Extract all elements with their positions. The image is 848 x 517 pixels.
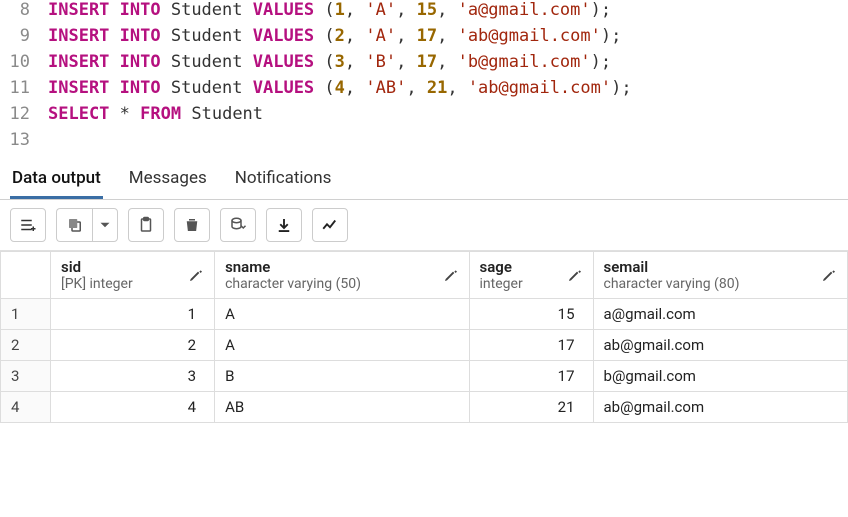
cell[interactable]: 21: [469, 392, 593, 423]
code-content[interactable]: INSERT INTO Student VALUES (4, 'AB', 21,…: [48, 78, 848, 98]
col-type: character varying (80): [604, 276, 740, 292]
result-table: sid[PK] integersnamecharacter varying (5…: [0, 251, 848, 423]
col-type: [PK] integer: [61, 276, 133, 292]
line-number: 12: [0, 104, 48, 124]
cell[interactable]: 17: [469, 330, 593, 361]
row-number: 1: [1, 299, 51, 330]
code-content[interactable]: INSERT INTO Student VALUES (3, 'B', 17, …: [48, 52, 848, 72]
cell[interactable]: 4: [51, 392, 215, 423]
line-number: 10: [0, 52, 48, 72]
code-line[interactable]: 10INSERT INTO Student VALUES (3, 'B', 17…: [0, 52, 848, 78]
download-button[interactable]: [266, 208, 302, 242]
row-number: 4: [1, 392, 51, 423]
copy-button[interactable]: [56, 208, 92, 242]
rownum-header: [1, 252, 51, 299]
column-header-sid[interactable]: sid[PK] integer: [51, 252, 215, 299]
delete-button[interactable]: [174, 208, 210, 242]
cell[interactable]: ab@gmail.com: [593, 330, 847, 361]
column-header-sage[interactable]: sageinteger: [469, 252, 593, 299]
code-content[interactable]: INSERT INTO Student VALUES (2, 'A', 17, …: [48, 26, 848, 46]
cell[interactable]: 3: [51, 361, 215, 392]
result-table-body: 11A15a@gmail.com22A17ab@gmail.com33B17b@…: [1, 299, 848, 423]
line-number: 8: [0, 0, 48, 20]
cell[interactable]: 2: [51, 330, 215, 361]
cell[interactable]: ab@gmail.com: [593, 392, 847, 423]
paste-button[interactable]: [128, 208, 164, 242]
code-line[interactable]: 8INSERT INTO Student VALUES (1, 'A', 15,…: [0, 0, 848, 26]
table-row[interactable]: 22A17ab@gmail.com: [1, 330, 848, 361]
line-number: 13: [0, 130, 48, 150]
col-name: sid: [61, 258, 133, 276]
result-toolbar: [0, 200, 848, 251]
cell[interactable]: 17: [469, 361, 593, 392]
tab-data-output[interactable]: Data output: [10, 164, 103, 199]
col-name: sage: [480, 258, 523, 276]
save-data-button[interactable]: [220, 208, 256, 242]
add-row-button[interactable]: [10, 208, 46, 242]
cell[interactable]: A: [215, 299, 469, 330]
line-number: 11: [0, 78, 48, 98]
table-row[interactable]: 33B17b@gmail.com: [1, 361, 848, 392]
row-number: 2: [1, 330, 51, 361]
code-line[interactable]: 13: [0, 130, 848, 156]
row-number: 3: [1, 361, 51, 392]
code-line[interactable]: 11INSERT INTO Student VALUES (4, 'AB', 2…: [0, 78, 848, 104]
code-line[interactable]: 12SELECT * FROM Student: [0, 104, 848, 130]
code-content[interactable]: SELECT * FROM Student: [48, 104, 848, 124]
output-tabs: Data output Messages Notifications: [0, 156, 848, 200]
table-row[interactable]: 11A15a@gmail.com: [1, 299, 848, 330]
cell[interactable]: a@gmail.com: [593, 299, 847, 330]
tab-messages[interactable]: Messages: [127, 164, 209, 199]
copy-dropdown[interactable]: [92, 208, 118, 242]
cell[interactable]: 1: [51, 299, 215, 330]
col-name: sname: [225, 258, 361, 276]
col-name: semail: [604, 258, 740, 276]
column-header-semail[interactable]: semailcharacter varying (80): [593, 252, 847, 299]
col-type: integer: [480, 276, 523, 292]
code-line[interactable]: 9INSERT INTO Student VALUES (2, 'A', 17,…: [0, 26, 848, 52]
cell[interactable]: 15: [469, 299, 593, 330]
graph-button[interactable]: [312, 208, 348, 242]
sql-editor[interactable]: 8INSERT INTO Student VALUES (1, 'A', 15,…: [0, 0, 848, 156]
table-row[interactable]: 44AB21ab@gmail.com: [1, 392, 848, 423]
cell[interactable]: A: [215, 330, 469, 361]
code-content[interactable]: INSERT INTO Student VALUES (1, 'A', 15, …: [48, 0, 848, 20]
tab-notifications[interactable]: Notifications: [233, 164, 334, 199]
column-header-sname[interactable]: snamecharacter varying (50): [215, 252, 469, 299]
line-number: 9: [0, 26, 48, 46]
cell[interactable]: B: [215, 361, 469, 392]
cell[interactable]: b@gmail.com: [593, 361, 847, 392]
col-type: character varying (50): [225, 276, 361, 292]
cell[interactable]: AB: [215, 392, 469, 423]
result-table-head: sid[PK] integersnamecharacter varying (5…: [1, 252, 848, 299]
